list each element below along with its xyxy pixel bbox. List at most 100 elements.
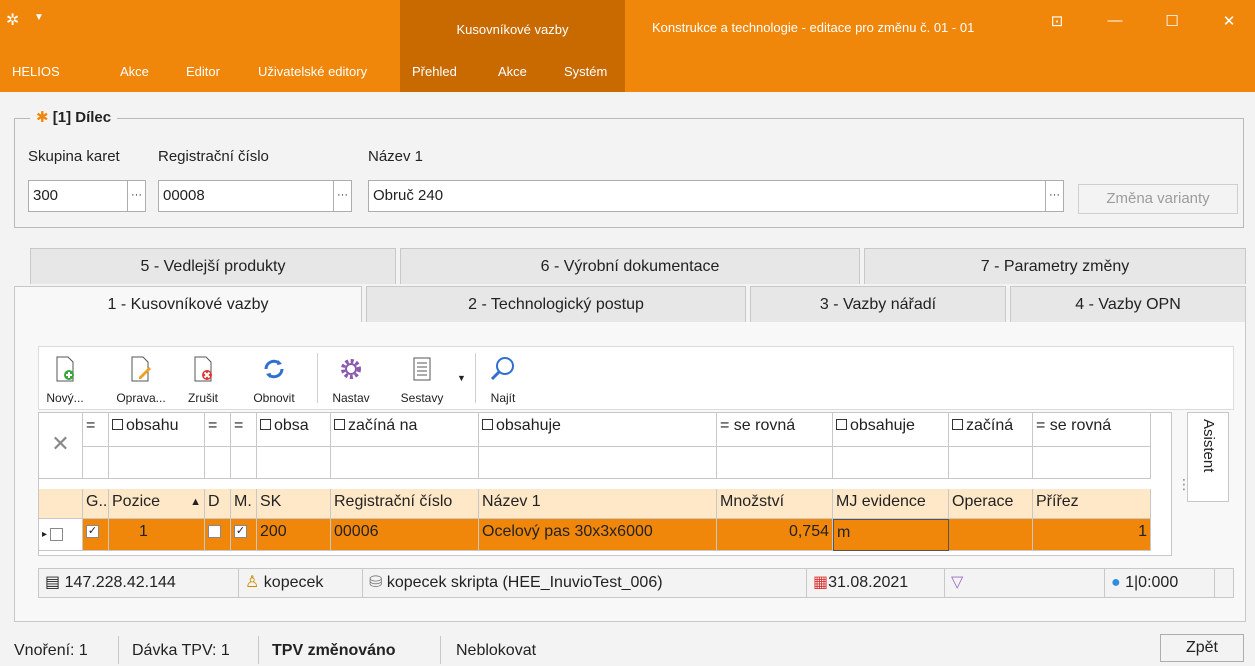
filter-input[interactable]: [717, 447, 833, 479]
clear-filter-icon[interactable]: ✕: [39, 413, 83, 479]
tab-vazby-opn[interactable]: 4 - Vazby OPN: [1010, 286, 1246, 322]
tab-parametry-zmeny[interactable]: 7 - Parametry změny: [864, 248, 1246, 284]
column-header[interactable]: D: [205, 489, 231, 519]
minimize-button[interactable]: —: [1098, 12, 1132, 34]
nazev-browse-button[interactable]: ···: [1046, 180, 1064, 212]
menu-system[interactable]: Systém: [564, 64, 607, 79]
status-ip-text: 147.228.42.144: [64, 574, 176, 591]
filter-input[interactable]: [205, 447, 231, 479]
column-header[interactable]: SK: [257, 489, 331, 519]
menu-uzivatelske-editory[interactable]: Uživatelské editory: [258, 64, 367, 79]
filter-op[interactable]: začíná: [949, 413, 1033, 447]
tab-vedlejsi-produkty[interactable]: 5 - Vedlejší produkty: [30, 248, 396, 284]
najit-label: Najít: [490, 391, 516, 405]
pin-icon[interactable]: ⊡: [1040, 12, 1074, 34]
filter-input[interactable]: [109, 447, 205, 479]
table-cell-focused[interactable]: m: [833, 519, 949, 551]
oprava-button[interactable]: Oprava...: [109, 347, 173, 409]
nastav-label: Nastav: [332, 391, 370, 405]
column-header[interactable]: Množství: [717, 489, 833, 519]
filter-input[interactable]: [479, 447, 717, 479]
zrusit-button[interactable]: Zrušit: [183, 347, 223, 409]
table-cell[interactable]: ✓: [231, 519, 257, 551]
reg-browse-button[interactable]: ···: [334, 180, 352, 212]
filter-input[interactable]: [257, 447, 331, 479]
nastav-button[interactable]: Nastav: [329, 347, 373, 409]
table-cell[interactable]: 1: [109, 519, 205, 551]
filter-op[interactable]: =: [205, 413, 231, 447]
row-indicator[interactable]: ▸: [39, 519, 83, 551]
filter-op[interactable]: =: [83, 413, 109, 447]
table-cell[interactable]: 200: [257, 519, 331, 551]
table-cell[interactable]: [205, 519, 231, 551]
filter-op[interactable]: obsahuje: [833, 413, 949, 447]
table-cell[interactable]: Ocelový pas 30x3x6000: [479, 519, 717, 551]
table-cell[interactable]: 00006: [331, 519, 479, 551]
filter-op[interactable]: začíná na: [331, 413, 479, 447]
filter-op[interactable]: obsahu: [109, 413, 205, 447]
obnovit-label: Obnovit: [253, 391, 295, 405]
filter-op[interactable]: obsa: [257, 413, 331, 447]
filter-op[interactable]: obsahuje: [479, 413, 717, 447]
filter-input[interactable]: [1033, 447, 1151, 479]
neblokovat-button[interactable]: Neblokovat: [456, 642, 536, 660]
column-header[interactable]: Název 1: [479, 489, 717, 519]
table-cell[interactable]: 0,754: [717, 519, 833, 551]
data-grid: ✕ = obsahu = = obsa začíná na obsahuje =…: [38, 412, 1172, 556]
skupina-browse-button[interactable]: ···: [128, 180, 146, 212]
column-header[interactable]: Přířez: [1033, 489, 1151, 519]
tab-kusovnikove-vazby[interactable]: 1 - Kusovníkové vazby: [14, 286, 362, 322]
column-header[interactable]: M.: [231, 489, 257, 519]
d-checkbox[interactable]: [208, 525, 221, 539]
sestavy-button[interactable]: Sestavy: [393, 347, 451, 409]
nazev-input[interactable]: Obruč 240: [368, 180, 1046, 212]
menu-prehled[interactable]: Přehled: [412, 64, 457, 79]
menu-ctx-akce[interactable]: Akce: [498, 64, 527, 79]
najit-button[interactable]: Najít: [483, 347, 523, 409]
row-select-checkbox[interactable]: [49, 528, 63, 541]
filter-op[interactable]: =: [231, 413, 257, 447]
menu-helios[interactable]: HELIOS: [12, 64, 60, 79]
star-icon: ✱: [36, 109, 49, 126]
menu-editor[interactable]: Editor: [186, 64, 220, 79]
maximize-button[interactable]: ☐: [1155, 12, 1189, 34]
user-icon: ♙: [245, 574, 260, 591]
close-button[interactable]: ✕: [1212, 12, 1246, 34]
info-icon: ●: [1111, 574, 1121, 591]
filter-icon[interactable]: ▽: [945, 569, 1105, 597]
column-header[interactable]: G..: [83, 489, 109, 519]
g-checkbox[interactable]: ✓: [86, 525, 99, 539]
column-header[interactable]: Registrační číslo: [331, 489, 479, 519]
toolbar: Nový... Oprava... Zrušit Obnovit Nastav …: [38, 346, 1234, 410]
tab-vazby-naradi[interactable]: 3 - Vazby nářadí: [750, 286, 1006, 322]
asistent-tab[interactable]: Asistent: [1187, 412, 1229, 502]
registracni-cislo-input[interactable]: 00008: [158, 180, 334, 212]
column-header[interactable]: MJ evidence: [833, 489, 949, 519]
zpet-button[interactable]: Zpět: [1160, 634, 1244, 662]
filter-input[interactable]: [833, 447, 949, 479]
m-checkbox[interactable]: ✓: [234, 525, 247, 539]
column-header-pozice[interactable]: Pozice ▲: [109, 489, 205, 519]
tab-technologicky-postup[interactable]: 2 - Technologický postup: [366, 286, 746, 322]
table-cell[interactable]: ✓: [83, 519, 109, 551]
sestavy-dropdown-icon[interactable]: ▼: [457, 373, 466, 383]
filter-op[interactable]: = se rovná: [1033, 413, 1151, 447]
obnovit-button[interactable]: Obnovit: [247, 347, 301, 409]
column-header[interactable]: Operace: [949, 489, 1033, 519]
zmena-varianty-button[interactable]: Změna varianty: [1078, 184, 1238, 214]
table-cell[interactable]: 1: [1033, 519, 1151, 551]
quick-access-dropdown-icon[interactable]: ▼: [34, 12, 44, 23]
filter-input[interactable]: [83, 447, 109, 479]
filter-input[interactable]: [331, 447, 479, 479]
filter-input[interactable]: [949, 447, 1033, 479]
novy-button[interactable]: Nový...: [45, 347, 85, 409]
tab-vyrobni-dokumentace[interactable]: 6 - Výrobní dokumentace: [400, 248, 860, 284]
filter-input[interactable]: [231, 447, 257, 479]
filter-op-label: začíná: [966, 417, 1014, 434]
calendar-icon: ▦: [813, 574, 829, 591]
filter-op[interactable]: = se rovná: [717, 413, 833, 447]
menu-akce[interactable]: Akce: [120, 64, 149, 79]
table-cell[interactable]: [949, 519, 1033, 551]
skupina-karet-input[interactable]: 300: [28, 180, 128, 212]
search-icon: [483, 355, 523, 387]
